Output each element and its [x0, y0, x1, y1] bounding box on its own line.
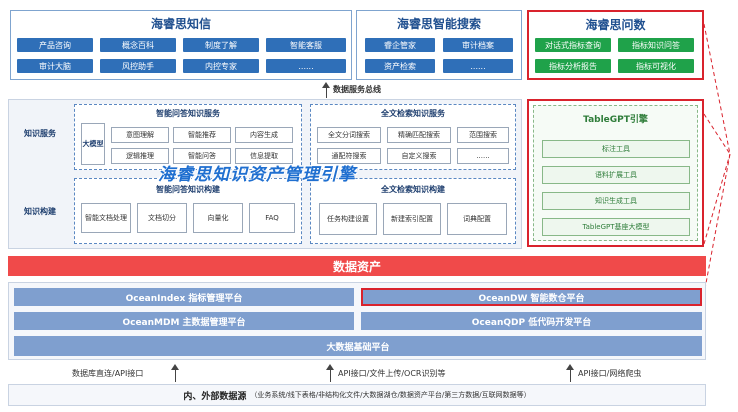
qa-service-item-1: 意图理解 [111, 127, 169, 143]
search-panel: 海睿思智能搜索 睿企管家 审计档案 资产检索 ...... [356, 10, 522, 80]
row-label-build: 知识构建 [24, 207, 56, 216]
ingest-left-line [175, 370, 176, 382]
ingest-left-label: 数据库直连/API接口 [72, 369, 144, 378]
zhixin-btn-2[interactable]: 概念百科 [100, 38, 176, 52]
bigdata-platform: 大数据基础平台 [14, 336, 702, 356]
zhixin-btn-8[interactable]: ...... [266, 59, 346, 73]
tablegpt-inner: TableGPT引擎 标注工具 语料扩展工具 知识生成工具 TableGPT基座… [533, 105, 698, 241]
wenshu-btn-1[interactable]: 对话式指标查询 [535, 38, 611, 52]
zhixin-btn-1[interactable]: 产品咨询 [17, 38, 93, 52]
wenshu-panel: 海睿思问数 对话式指标查询 指标知识问答 指标分析报告 指标可视化 [527, 10, 704, 80]
ingest-right-line [570, 370, 571, 382]
zhixin-btn-4[interactable]: 智能客服 [266, 38, 346, 52]
search-build-title: 全文检索知识构建 [381, 185, 445, 194]
tablegpt-item-3: 知识生成工具 [542, 192, 690, 210]
search-service-title: 全文检索知识服务 [381, 109, 445, 118]
big-model-box: 大模型 [81, 123, 105, 165]
ocean-index-platform: OceanIndex 指标管理平台 [14, 288, 354, 306]
search-title: 海睿思智能搜索 [396, 17, 481, 31]
zhixin-btn-5[interactable]: 审计大脑 [17, 59, 93, 73]
search-btn-3[interactable]: 资产检索 [365, 59, 435, 73]
zhixin-title: 海睿思知信 [150, 17, 211, 31]
zhixin-panel: 海睿思知信 产品咨询 概念百科 制度了解 智能客服 审计大脑 风控助手 内控专家… [10, 10, 352, 80]
search-btn-1[interactable]: 睿企管家 [365, 38, 435, 52]
qa-service-item-3: 内容生成 [235, 127, 293, 143]
tablegpt-item-1: 标注工具 [542, 140, 690, 158]
data-sources-bar: 内、外部数据源 （业务系统/线下表格/非结构化文件/大数据湖仓/数据资产平台/第… [8, 384, 706, 406]
qa-service-title: 智能问答知识服务 [156, 109, 220, 118]
data-service-label: 数据服务总线 [333, 85, 381, 94]
search-build-item-1: 任务构建设置 [319, 203, 377, 235]
ocean-dw-platform: OceanDW 智能数仓平台 [361, 288, 702, 306]
ingest-right-arrow-icon [566, 364, 574, 370]
search-build-item-3: 词典配置 [447, 203, 507, 235]
engine-overlay-title: 海睿思知识资产管理引擎 [158, 165, 356, 185]
search-btn-2[interactable]: 审计档案 [443, 38, 513, 52]
data-sources-title: 内、外部数据源 [183, 391, 247, 402]
ocean-qdp-platform: OceanQDP 低代码开发平台 [361, 312, 702, 330]
tablegpt-panel: TableGPT引擎 标注工具 语料扩展工具 知识生成工具 TableGPT基座… [527, 99, 704, 247]
search-build-item-2: 新建索引配置 [383, 203, 441, 235]
tablegpt-title: TableGPT引擎 [583, 115, 648, 125]
ingest-left-arrow-icon [171, 364, 179, 370]
qa-build-box: 智能问答知识构建 智能文档处理 文档切分 向量化 FAQ [74, 178, 302, 244]
search-service-item-1: 全文分词搜索 [317, 127, 381, 143]
search-service-item-2: 精确匹配搜索 [387, 127, 451, 143]
wenshu-btn-2[interactable]: 指标知识问答 [618, 38, 694, 52]
row-label-service: 知识服务 [24, 129, 56, 138]
wenshu-title: 海睿思问数 [585, 18, 646, 32]
ingest-right-label: API接口/网络爬虫 [578, 369, 642, 378]
wenshu-btn-4[interactable]: 指标可视化 [618, 59, 694, 73]
ocean-mdm-platform: OceanMDM 主数据管理平台 [14, 312, 354, 330]
service-bus-arrow-icon [322, 82, 330, 88]
qa-service-item-2: 智能推荐 [173, 127, 231, 143]
search-service-item-3: 范围搜索 [457, 127, 509, 143]
qa-build-item-1: 智能文档处理 [81, 203, 131, 233]
ingest-middle-line [330, 370, 331, 382]
search-service-item-5: 自定义搜索 [387, 148, 451, 164]
tablegpt-item-4: TableGPT基座大模型 [542, 218, 690, 236]
zhixin-btn-6[interactable]: 风控助手 [100, 59, 176, 73]
search-build-box: 全文检索知识构建 任务构建设置 新建索引配置 词典配置 [310, 178, 516, 244]
zhixin-btn-7[interactable]: 内控专家 [183, 59, 259, 73]
ingest-middle-arrow-icon [326, 364, 334, 370]
data-assets-bar: 数据资产 [8, 256, 706, 276]
data-sources-detail: （业务系统/线下表格/非结构化文件/大数据湖仓/数据资产平台/第三方数据/互联网… [250, 391, 531, 399]
ingest-middle-label: API接口/文件上传/OCR识别等 [338, 369, 446, 378]
search-btn-4[interactable]: ...... [443, 59, 513, 73]
qa-build-item-3: 向量化 [193, 203, 243, 233]
search-service-item-6: ...... [457, 148, 509, 164]
wenshu-btn-3[interactable]: 指标分析报告 [535, 59, 611, 73]
zhixin-btn-3[interactable]: 制度了解 [183, 38, 259, 52]
tablegpt-item-2: 语料扩展工具 [542, 166, 690, 184]
qa-build-item-4: FAQ [249, 203, 295, 233]
qa-build-item-2: 文档切分 [137, 203, 187, 233]
qa-build-title: 智能问答知识构建 [156, 185, 220, 194]
